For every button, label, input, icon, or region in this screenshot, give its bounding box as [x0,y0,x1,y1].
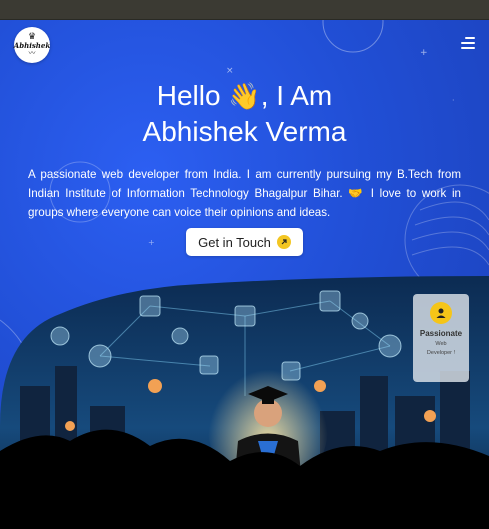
passionate-badge: Passionate Web Developer ! [413,294,469,382]
site-logo[interactable]: ♛ Abhishek 〰 [14,27,50,63]
greeting-text: Hello [156,80,221,111]
get-in-touch-label: Get in Touch [198,234,271,250]
get-in-touch-button[interactable]: Get in Touch [186,228,303,256]
mustache-icon: 〰 [28,49,36,57]
badge-subtitle: Web Developer ! [418,340,464,358]
hero-heading: Hello 👋, I Am Abhishek Verma [0,78,489,149]
svg-text:+: + [420,48,428,58]
hero-section: × + + · ♛ Abhishek 〰 Hello 👋, I Am Abhis… [0,20,489,529]
browser-top-bar [0,0,489,20]
badge-line-3: Developer ! [426,350,456,356]
svg-text:+: + [148,238,155,247]
waving-hand-icon: 👋 [228,81,261,111]
intro-paragraph: A passionate web developer from India. I… [28,168,461,219]
badge-title: Passionate [419,329,463,338]
hero-name: Abhishek Verma [142,116,347,147]
svg-text:×: × [226,66,234,76]
arrow-up-right-icon [276,235,291,249]
badge-line-2: Web [435,341,447,347]
greeting-text-end: , I Am [260,80,333,111]
user-icon [430,302,452,324]
hamburger-menu-icon[interactable] [457,36,475,50]
